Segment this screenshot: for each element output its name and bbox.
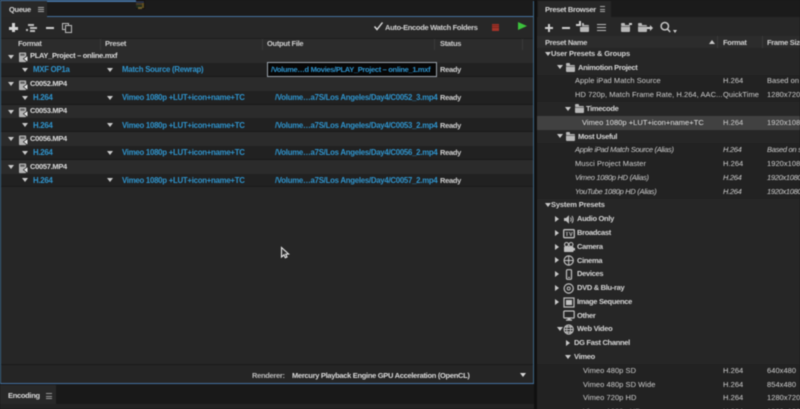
svg-text:TV: TV: [565, 232, 573, 238]
